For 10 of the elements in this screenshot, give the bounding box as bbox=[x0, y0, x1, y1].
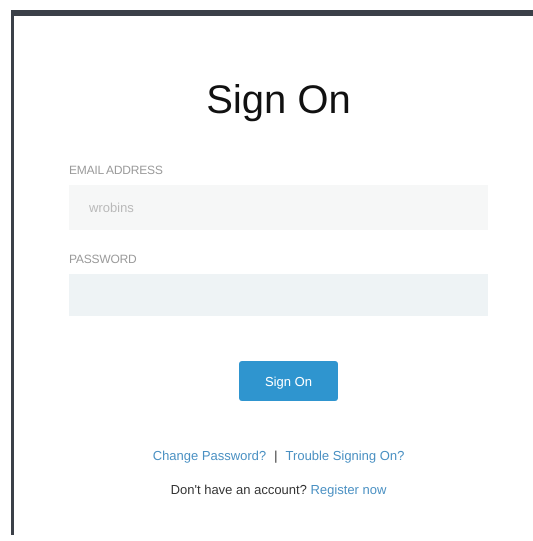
separator: | bbox=[274, 447, 278, 465]
sign-on-button[interactable]: Sign On bbox=[239, 361, 338, 401]
email-field[interactable]: wrobins bbox=[69, 185, 488, 230]
register-link[interactable]: Register now bbox=[310, 482, 386, 497]
field-label: EMAIL ADDRESS bbox=[69, 163, 164, 177]
help-link[interactable]: Trouble Signing On? bbox=[286, 447, 404, 465]
account-prompt: Don't have an account? Register now bbox=[170, 481, 388, 499]
page-title: Sign On bbox=[205, 77, 352, 124]
help-link[interactable]: Change Password? bbox=[152, 447, 266, 465]
field-label: PASSWORD bbox=[69, 252, 138, 266]
